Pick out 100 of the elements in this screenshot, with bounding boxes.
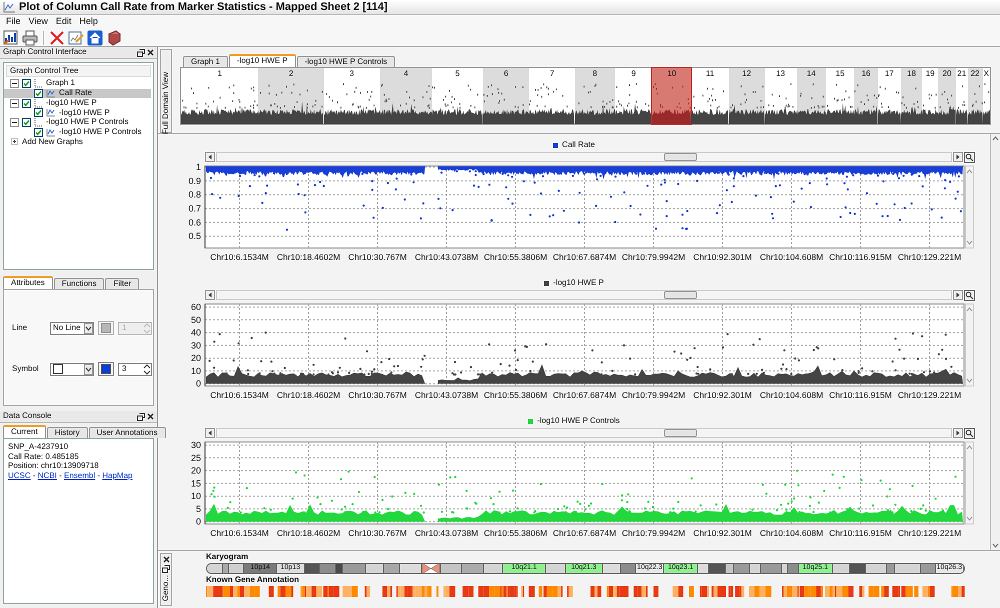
scrollbar[interactable] bbox=[965, 166, 974, 248]
tab[interactable]: Attributes bbox=[3, 276, 53, 289]
chromosome-column[interactable]: 18 bbox=[900, 68, 922, 124]
chromosome-band[interactable] bbox=[462, 564, 484, 573]
checkbox[interactable] bbox=[22, 79, 31, 88]
chromosome-band[interactable] bbox=[228, 564, 244, 573]
chromosome-column[interactable]: 17 bbox=[878, 68, 901, 124]
delete-icon[interactable] bbox=[49, 30, 65, 46]
chromosome-column[interactable]: 16 bbox=[854, 68, 878, 124]
chromosome-column[interactable]: 13 bbox=[764, 68, 797, 124]
chromosome-column[interactable]: 9 bbox=[614, 68, 652, 124]
collapse-icon[interactable] bbox=[10, 98, 19, 108]
tree-item[interactable]: -log10 HWE P bbox=[4, 108, 151, 118]
restore-icon[interactable] bbox=[137, 48, 145, 56]
scroll-left-button[interactable] bbox=[205, 290, 215, 300]
chromosome-band[interactable] bbox=[366, 564, 384, 573]
tree-item[interactable]: -log10 HWE P Controls bbox=[4, 127, 151, 138]
zoom-icon[interactable] bbox=[964, 428, 975, 438]
chromosome-band[interactable] bbox=[400, 564, 422, 573]
chromosome-column[interactable]: 4 bbox=[380, 68, 432, 124]
collapse-icon[interactable] bbox=[10, 79, 19, 88]
link[interactable]: HapMap bbox=[102, 470, 132, 480]
restore-icon[interactable] bbox=[162, 565, 170, 573]
chromosome-band[interactable] bbox=[343, 564, 366, 573]
chromosome-band[interactable] bbox=[602, 564, 622, 573]
chromosome-band[interactable] bbox=[895, 564, 921, 573]
zoom-icon[interactable] bbox=[964, 290, 975, 300]
chromosome-band[interactable] bbox=[698, 564, 709, 573]
scroll-left-button[interactable] bbox=[205, 428, 215, 438]
tab[interactable]: Functions bbox=[54, 278, 104, 289]
color-button[interactable] bbox=[98, 321, 114, 335]
number-field[interactable]: 3 bbox=[118, 362, 152, 376]
link[interactable]: NCBI bbox=[38, 470, 57, 480]
tab[interactable]: Filter bbox=[105, 278, 140, 289]
chromosome-band[interactable] bbox=[833, 564, 850, 573]
edit-icon[interactable] bbox=[68, 30, 84, 46]
chromosome-column[interactable]: 2 bbox=[258, 68, 324, 124]
scrollbar[interactable] bbox=[990, 134, 1000, 550]
collapse-icon[interactable] bbox=[10, 118, 19, 128]
chromosome-column[interactable]: 6 bbox=[482, 68, 530, 124]
link[interactable]: UCSC bbox=[8, 470, 31, 480]
add-graph-icon[interactable] bbox=[10, 137, 19, 146]
scroll-left-button[interactable] bbox=[205, 152, 215, 162]
chromosome-band[interactable] bbox=[734, 564, 750, 573]
chromosome-column[interactable]: 11 bbox=[691, 68, 729, 124]
checkbox[interactable] bbox=[34, 108, 43, 118]
scrollbar[interactable] bbox=[216, 152, 952, 162]
tree-label[interactable]: Add New Graphs bbox=[22, 138, 83, 146]
dropdown[interactable] bbox=[50, 362, 94, 376]
scrollbar[interactable] bbox=[965, 442, 974, 524]
tree-label[interactable]: -log10 HWE P bbox=[46, 98, 97, 108]
tree-label[interactable]: Graph 1 bbox=[46, 79, 75, 88]
restore-icon[interactable] bbox=[137, 412, 145, 420]
menu-item[interactable]: Edit bbox=[52, 17, 76, 27]
tab[interactable]: -log10 HWE P bbox=[228, 54, 296, 67]
menu-item[interactable]: Help bbox=[75, 17, 102, 27]
chromosome-band[interactable] bbox=[207, 564, 223, 573]
chromosome-column[interactable]: 5 bbox=[432, 68, 483, 124]
chromosome-band[interactable] bbox=[336, 564, 344, 573]
zoom-icon[interactable] bbox=[964, 152, 975, 162]
close-icon[interactable] bbox=[147, 413, 154, 420]
tab[interactable]: Current bbox=[3, 425, 46, 438]
scroll-right-button[interactable] bbox=[953, 290, 963, 300]
scrollbar[interactable] bbox=[216, 428, 952, 438]
tab[interactable]: -log10 HWE P Controls bbox=[296, 56, 396, 67]
chromosome-column[interactable]: X bbox=[982, 68, 990, 124]
tab[interactable]: User Annotations bbox=[88, 427, 166, 438]
chromosome-column[interactable]: 12 bbox=[728, 68, 764, 124]
printer-icon[interactable] bbox=[22, 30, 38, 46]
close-icon[interactable] bbox=[162, 556, 170, 563]
chromosome-column[interactable]: 7 bbox=[529, 68, 575, 124]
checkbox[interactable] bbox=[34, 89, 43, 98]
chromosome-column[interactable]: 20 bbox=[938, 68, 956, 124]
chromosome-band[interactable] bbox=[440, 564, 462, 573]
scrollbar[interactable] bbox=[965, 304, 974, 386]
chromosome-column[interactable]: 19 bbox=[922, 68, 938, 124]
tab[interactable]: Graph 1 bbox=[183, 56, 228, 67]
spinner-arrows-icon[interactable] bbox=[143, 364, 151, 374]
checkbox[interactable] bbox=[34, 128, 43, 137]
chromosome-band[interactable] bbox=[320, 564, 336, 573]
tab[interactable]: History bbox=[46, 427, 88, 438]
chromosome-column[interactable]: 14 bbox=[796, 68, 826, 124]
menu-item[interactable]: File bbox=[2, 17, 25, 27]
menu-item[interactable]: View bbox=[24, 17, 52, 27]
chromosome-column[interactable]: 22 bbox=[968, 68, 983, 124]
chromosome-band[interactable] bbox=[621, 564, 636, 573]
chromosome-band[interactable] bbox=[384, 564, 400, 573]
link[interactable]: Ensembl bbox=[64, 470, 96, 480]
chromosome-column[interactable]: 8 bbox=[574, 68, 615, 124]
chromosome-band[interactable] bbox=[546, 564, 566, 573]
color-button[interactable] bbox=[98, 362, 114, 376]
checkbox[interactable] bbox=[22, 118, 31, 128]
checkbox[interactable] bbox=[22, 98, 31, 108]
scroll-right-button[interactable] bbox=[953, 152, 963, 162]
home-icon[interactable] bbox=[87, 30, 103, 46]
close-icon[interactable] bbox=[147, 49, 154, 56]
chromosome-band[interactable] bbox=[850, 564, 866, 573]
chromosome-column[interactable]: 15 bbox=[826, 68, 854, 124]
scroll-right-button[interactable] bbox=[953, 428, 963, 438]
chromosome-band[interactable] bbox=[750, 564, 762, 573]
